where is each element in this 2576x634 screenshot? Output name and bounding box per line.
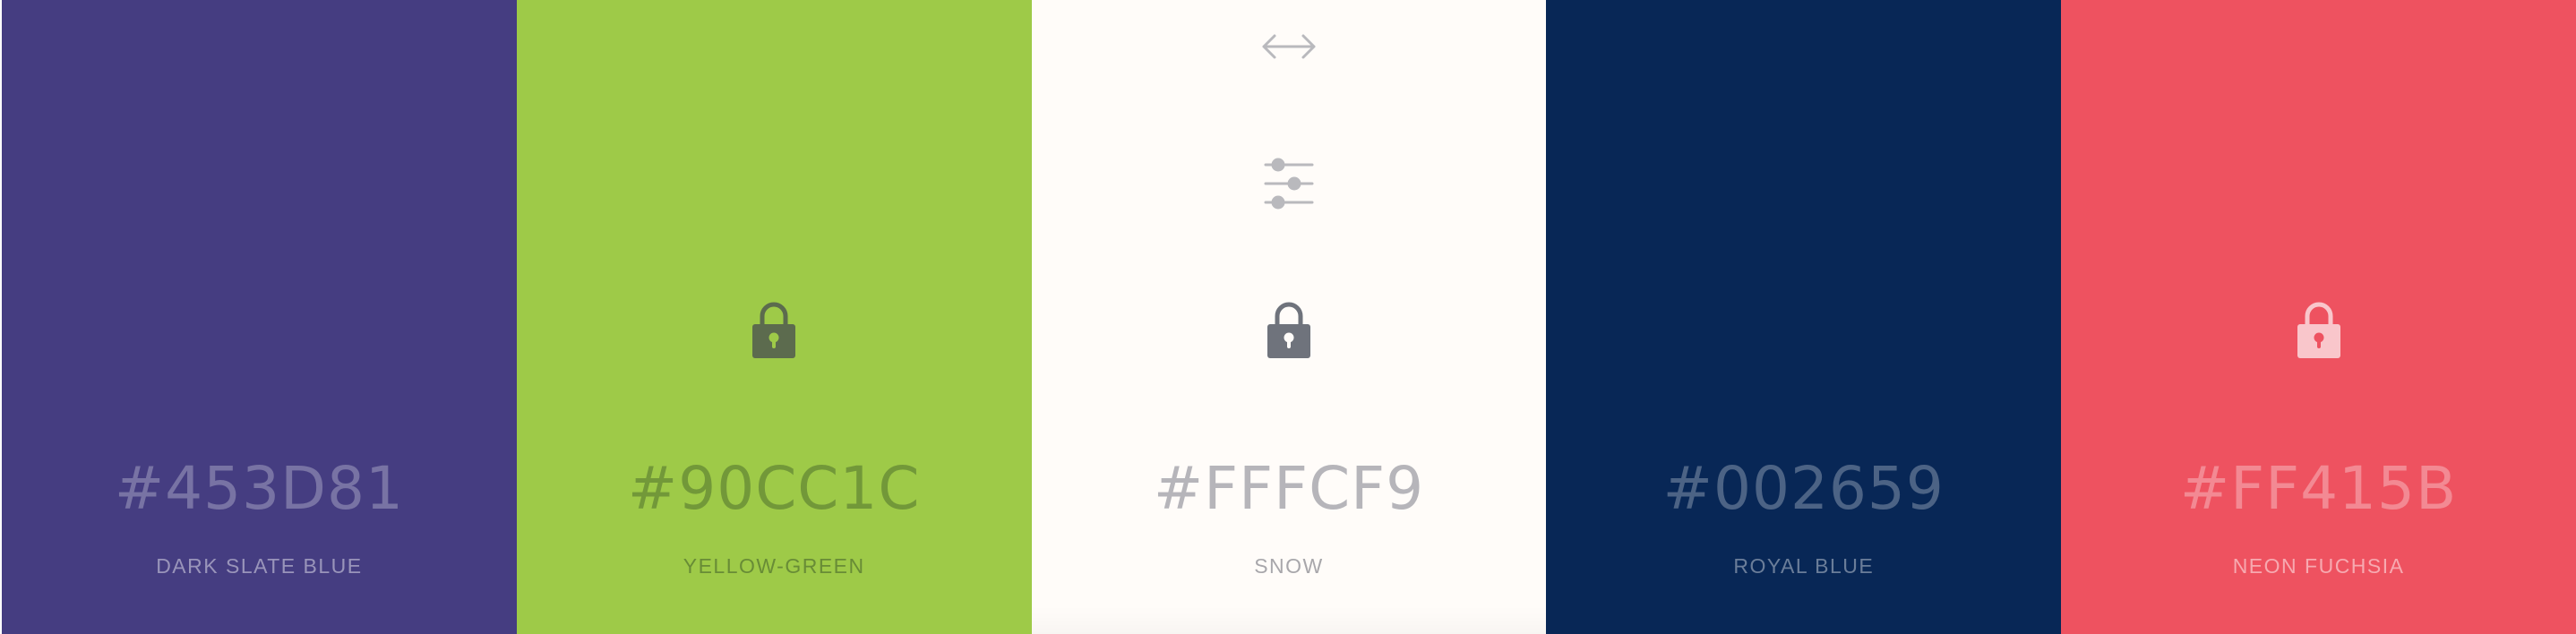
swatch-hex-code[interactable]: #453D81 — [2, 453, 517, 525]
swatch-color-name: DARK SLATE BLUE — [156, 554, 363, 578]
swatch-hex-code[interactable]: #FFFCF9 — [1032, 453, 1547, 525]
color-palette: #453D81 DARK SLATE BLUE #90CC1C YELLOW-G… — [0, 0, 2576, 634]
swatch-dark-slate-blue[interactable]: #453D81 DARK SLATE BLUE — [2, 0, 517, 634]
lock-icon[interactable] — [2296, 301, 2342, 358]
lock-icon[interactable] — [751, 301, 797, 358]
swatch-color-name: YELLOW-GREEN — [683, 554, 865, 578]
swatch-hex-code[interactable]: #002659 — [1546, 453, 2061, 525]
swatch-color-name: ROYAL BLUE — [1733, 554, 1875, 578]
swatch-yellow-green[interactable]: #90CC1C YELLOW-GREEN — [516, 0, 1032, 634]
swatch-hex-code[interactable]: #FF415B — [2061, 453, 2576, 525]
swatch-neon-fuchsia[interactable]: #FF415B NEON FUCHSIA — [2061, 0, 2576, 634]
lock-icon[interactable] — [1266, 301, 1312, 358]
sliders-icon[interactable] — [1262, 156, 1316, 211]
swatch-color-name: SNOW — [1254, 554, 1324, 578]
swatch-royal-blue[interactable]: #002659 ROYAL BLUE — [1546, 0, 2062, 634]
drag-arrows-icon[interactable] — [1261, 32, 1317, 61]
swatch-hex-code[interactable]: #90CC1C — [517, 453, 1032, 525]
swatch-snow[interactable]: #FFFCF9 SNOW — [1031, 0, 1547, 634]
swatch-color-name: NEON FUCHSIA — [2232, 554, 2405, 578]
